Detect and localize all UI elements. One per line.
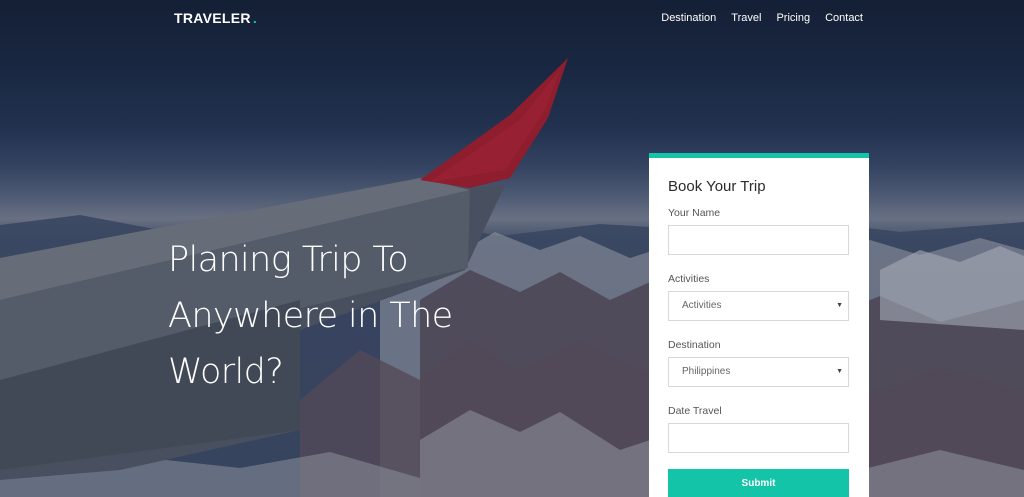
brand-dot: .	[252, 10, 258, 26]
brand-logo[interactable]: TRAVELER.	[174, 10, 257, 26]
booking-title: Book Your Trip	[668, 178, 766, 195]
destination-select[interactable]: Philippines ▼	[668, 357, 849, 387]
activities-select[interactable]: Activities ▼	[668, 291, 849, 321]
nav-link-pricing[interactable]: Pricing	[776, 12, 810, 24]
main-nav: Destination Travel Pricing Contact	[661, 12, 863, 24]
booking-card: Book Your Trip Your Name Activities Acti…	[649, 153, 869, 497]
name-input[interactable]	[668, 225, 849, 255]
hero-headline: Planing Trip To Anywhere in The World?	[168, 240, 453, 392]
nav-link-destination[interactable]: Destination	[661, 12, 716, 24]
nav-link-travel[interactable]: Travel	[731, 12, 761, 24]
hero-background	[0, 0, 1024, 497]
name-label: Your Name	[668, 207, 721, 219]
activities-label: Activities	[668, 273, 710, 285]
date-input[interactable]	[668, 423, 849, 453]
brand-text: TRAVELER	[174, 10, 251, 26]
chevron-down-icon: ▼	[836, 302, 843, 309]
nav-link-contact[interactable]: Contact	[825, 12, 863, 24]
activities-selected-value: Activities	[682, 300, 722, 311]
destination-label: Destination	[668, 339, 721, 351]
submit-button[interactable]: Submit	[668, 469, 849, 497]
date-label: Date Travel	[668, 405, 722, 417]
destination-selected-value: Philippines	[682, 366, 731, 377]
chevron-down-icon: ▼	[836, 368, 843, 375]
hero-overlay	[0, 0, 1024, 497]
